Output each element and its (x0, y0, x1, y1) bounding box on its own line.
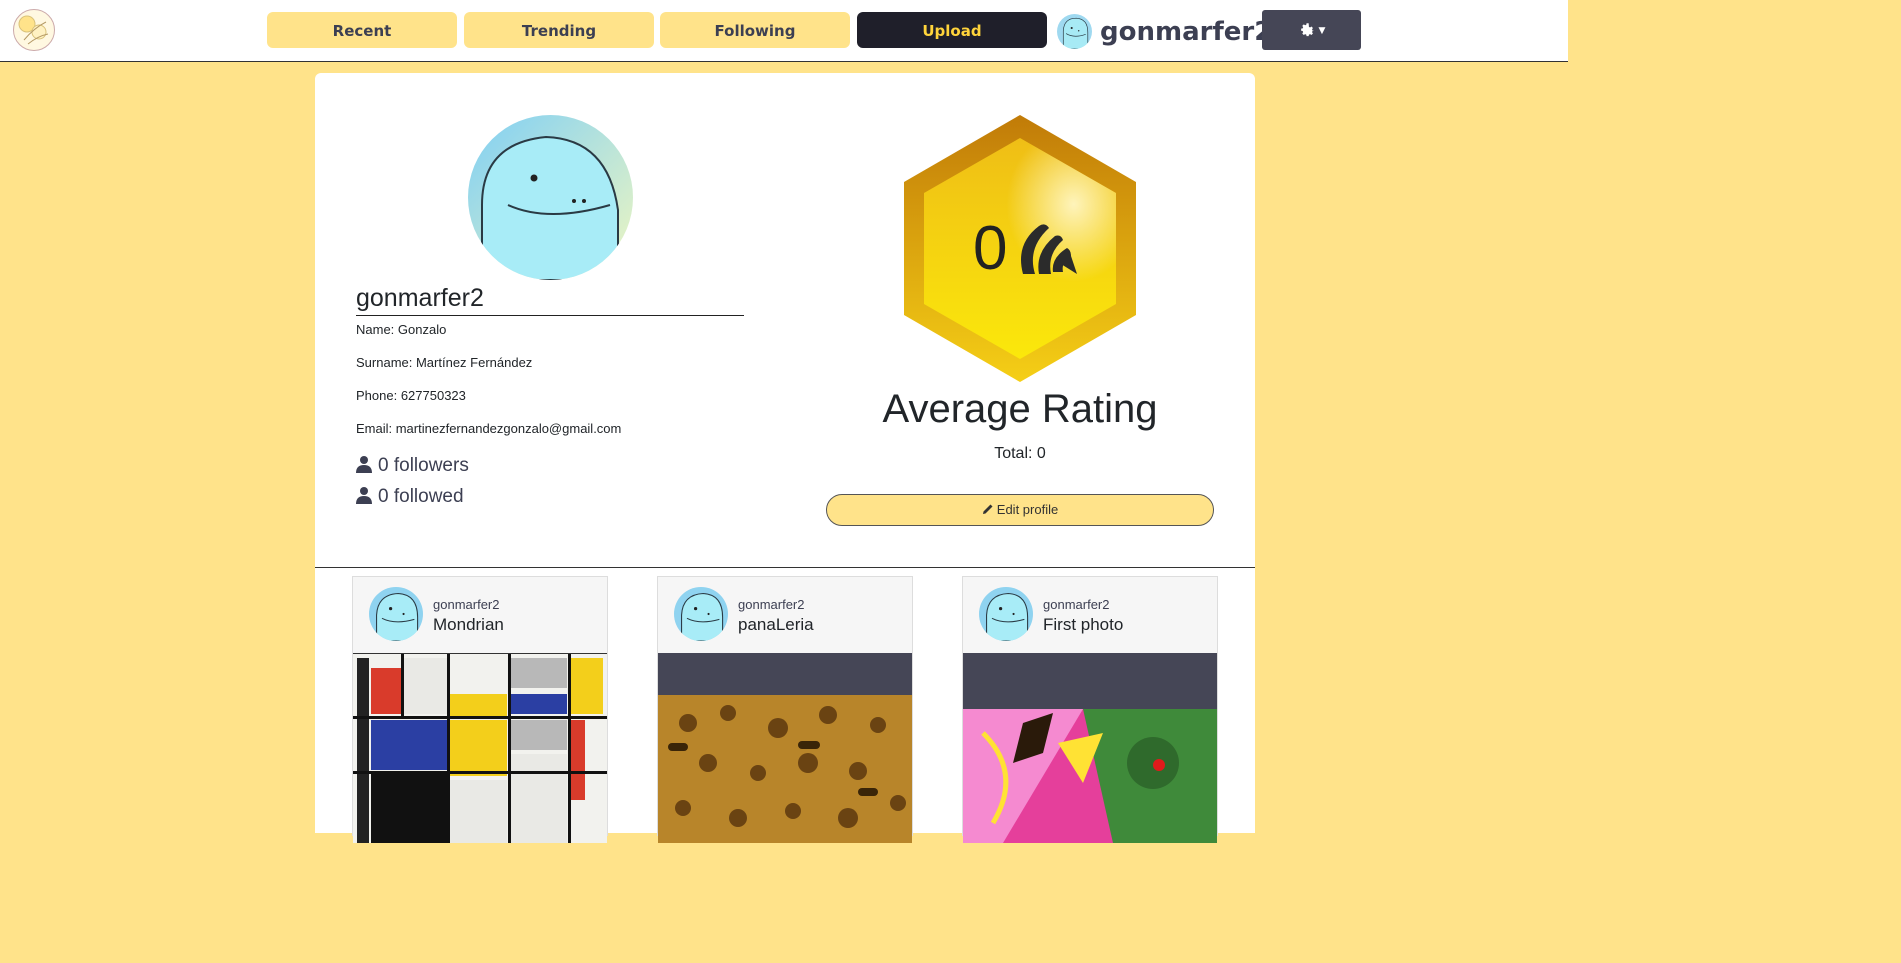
profile-phone: Phone: 627750323 (356, 388, 466, 403)
settings-dropdown-button[interactable]: ▼ (1262, 10, 1361, 50)
upload-button[interactable]: Upload (857, 12, 1047, 48)
user-icon (356, 456, 372, 473)
tab-trending[interactable]: Trending (464, 12, 654, 48)
followers-count[interactable]: 0 followers (356, 455, 469, 477)
profile-email: Email: martinezfernandezgonzalo@gmail.co… (356, 421, 622, 436)
post-image[interactable] (658, 653, 912, 843)
post-title[interactable]: Mondrian (433, 615, 504, 635)
avatar (369, 587, 423, 641)
post-title[interactable]: panaLeria (738, 615, 814, 635)
chevron-down-icon: ▼ (1318, 25, 1326, 36)
tab-recent[interactable]: Recent (267, 12, 457, 48)
avatar (1057, 14, 1092, 49)
pencil-icon (982, 504, 993, 514)
post-card[interactable]: gonmarfer2 First photo (962, 576, 1218, 843)
post-username[interactable]: gonmarfer2 (433, 597, 499, 612)
post-image[interactable] (963, 653, 1217, 843)
profile-avatar (468, 115, 633, 280)
post-username[interactable]: gonmarfer2 (1043, 597, 1109, 612)
post-title[interactable]: First photo (1043, 615, 1123, 635)
post-card[interactable]: gonmarfer2 Mondrian (352, 576, 608, 843)
rating-total: Total: 0 (994, 445, 1046, 462)
rating-badge: 0 (903, 114, 1137, 383)
nav-username: gonmarfer2 (1100, 17, 1273, 47)
rating-title: Average Rating (882, 387, 1158, 431)
honeycomb-hexagon-icon (904, 115, 1136, 382)
honeycomb-logo-icon (18, 15, 49, 45)
profile-surname: Surname: Martínez Fernández (356, 355, 533, 370)
gear-icon (1300, 23, 1314, 37)
navbar: Recent Trending Following Upload gonmarf… (0, 0, 1568, 62)
rating-value: 0 (973, 214, 1008, 283)
followed-count[interactable]: 0 followed (356, 486, 464, 508)
edit-profile-button[interactable]: Edit profile (826, 494, 1214, 526)
logo[interactable] (13, 9, 55, 51)
divider (315, 567, 1255, 568)
profile-username: gonmarfer2 (356, 281, 744, 316)
post-username[interactable]: gonmarfer2 (738, 597, 804, 612)
post-image[interactable] (353, 653, 607, 843)
avatar (979, 587, 1033, 641)
user-icon (356, 487, 372, 504)
avatar (674, 587, 728, 641)
profile-name: Name: Gonzalo (356, 322, 447, 337)
tab-following[interactable]: Following (660, 12, 850, 48)
post-card[interactable]: gonmarfer2 panaLeria (657, 576, 913, 843)
